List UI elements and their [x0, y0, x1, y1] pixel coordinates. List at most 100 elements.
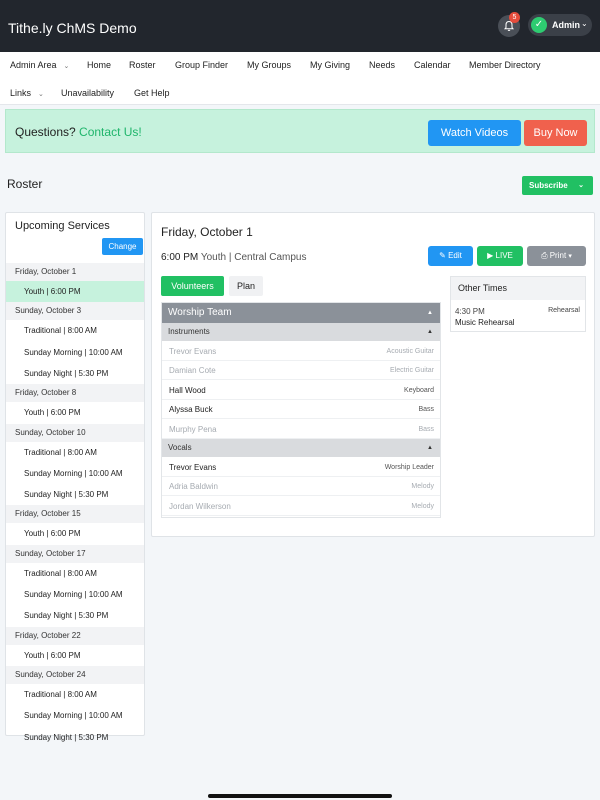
chevron-down-icon: ⌄ [578, 182, 584, 189]
service-item[interactable]: Traditional | 8:00 AM [6, 442, 144, 464]
collapse-icon: ▲ [427, 329, 433, 335]
team-header[interactable]: Worship Team ▲ [162, 303, 440, 323]
nav-label: Links [10, 88, 32, 98]
service-item[interactable]: Sunday Night | 5:30 PM [6, 484, 144, 506]
nav-label: Admin Area [10, 60, 57, 70]
nav-my-giving[interactable]: My Giving [310, 60, 350, 70]
volunteer-role: Bass [418, 425, 434, 433]
tab-volunteers[interactable]: Volunteers [161, 276, 224, 296]
service-time: 6:00 PM [161, 252, 199, 263]
buy-now-button[interactable]: Buy Now [524, 120, 587, 146]
edit-button[interactable]: ✎ Edit [428, 246, 473, 266]
live-button[interactable]: ▶ LIVE [477, 246, 523, 266]
volunteer-role: Melody [411, 483, 434, 491]
service-detail-panel: Friday, October 1 6:00 PM Youth | Centra… [151, 212, 595, 537]
volunteer-name: Jordan Wilkerson [169, 501, 231, 511]
nav-calendar[interactable]: Calendar [414, 60, 451, 70]
nav-needs[interactable]: Needs [369, 60, 395, 70]
volunteer-row[interactable]: Hall Wood Keyboard [162, 381, 440, 400]
printer-icon: ⎙ [541, 251, 548, 260]
service-item[interactable]: Traditional | 8:00 AM [6, 320, 144, 342]
main-nav: Admin Area ⌄ Home Roster Group Finder My … [0, 52, 600, 105]
volunteer-role: Electric Guitar [390, 367, 434, 375]
banner-text: Questions? Contact Us! [15, 125, 142, 139]
service-item[interactable]: Youth | 6:00 PM [6, 523, 144, 545]
other-time-tag: Rehearsal [548, 307, 580, 314]
service-date-header: Friday, October 22 [6, 626, 144, 645]
help-banner: Questions? Contact Us! Watch Videos Buy … [5, 109, 595, 153]
service-item[interactable]: Youth | 6:00 PM [6, 645, 144, 667]
service-item[interactable]: Sunday Night | 5:30 PM [6, 727, 144, 749]
service-item[interactable]: Youth | 6:00 PM [6, 281, 144, 303]
contact-us-link[interactable]: Contact Us! [79, 125, 142, 139]
service-date-header: Sunday, October 10 [6, 423, 144, 442]
group-name: Instruments [168, 327, 210, 336]
nav-member-directory[interactable]: Member Directory [469, 60, 541, 70]
volunteer-row[interactable]: Jordan Wilkerson Melody [162, 497, 440, 516]
other-times-panel: Other Times 4:30 PM Rehearsal Music Rehe… [450, 276, 586, 332]
service-item[interactable]: Sunday Morning | 10:00 AM [6, 342, 144, 364]
other-times-heading: Other Times [451, 277, 585, 300]
volunteer-row[interactable]: Murphy Pena Bass [162, 420, 440, 439]
banner-question: Questions? [15, 125, 76, 139]
service-item[interactable]: Youth | 6:00 PM [6, 402, 144, 424]
watch-videos-button[interactable]: Watch Videos [428, 120, 521, 146]
group-name: Vocals [168, 443, 192, 452]
volunteer-row[interactable]: Trevor Evans Worship Leader [162, 458, 440, 477]
volunteer-row[interactable]: Alyssa Buck Bass [162, 400, 440, 420]
other-time-time: 4:30 PM [455, 307, 485, 316]
page-title: Roster [7, 177, 43, 191]
nav-unavailability[interactable]: Unavailability [61, 88, 114, 98]
service-item[interactable]: Sunday Night | 5:30 PM [6, 605, 144, 627]
volunteer-name: Alyssa Buck [169, 405, 213, 415]
worship-team-table: Worship Team ▲ Instruments ▲ Trevor Evans Ac… [161, 302, 441, 518]
volunteer-row[interactable]: Adria Baldwin Melody [162, 477, 440, 497]
admin-menu-button[interactable]: ✓ Admin ⌄ [528, 14, 592, 36]
service-date-header: Sunday, October 17 [6, 544, 144, 563]
chevron-down-icon: ▾ [568, 253, 572, 260]
volunteer-name: Trevor Evans [169, 347, 217, 356]
volunteer-name: Murphy Pena [169, 424, 217, 434]
live-label: LIVE [495, 251, 513, 260]
notification-count-badge: 5 [509, 12, 520, 23]
group-header[interactable]: Instruments ▲ [162, 323, 440, 341]
service-date-header: Sunday, October 24 [6, 665, 144, 684]
service-subtitle: 6:00 PM Youth | Central Campus [161, 252, 306, 263]
volunteer-role: Bass [418, 406, 434, 414]
service-item[interactable]: Traditional | 8:00 AM [6, 563, 144, 585]
service-item[interactable]: Traditional | 8:00 AM [6, 684, 144, 706]
nav-links[interactable]: Links ⌄ [10, 88, 44, 98]
service-item[interactable]: Sunday Morning | 10:00 AM [6, 463, 144, 485]
nav-home[interactable]: Home [87, 60, 111, 70]
subscribe-button[interactable]: Subscribe ⌄ [522, 176, 593, 195]
service-date-header: Sunday, October 3 [6, 302, 144, 321]
other-time-name[interactable]: Music Rehearsal [455, 318, 515, 327]
app-title[interactable]: Tithe.ly ChMS Demo [8, 20, 137, 36]
service-name: Youth | Central Campus [200, 252, 307, 263]
notifications-button[interactable]: 5 [498, 12, 520, 37]
change-button[interactable]: Change [102, 238, 143, 255]
pencil-icon: ✎ [439, 251, 446, 260]
upcoming-services-heading: Upcoming Services [15, 220, 110, 232]
volunteer-role: Keyboard [404, 386, 434, 394]
nav-get-help[interactable]: Get Help [134, 88, 170, 98]
home-indicator [208, 794, 392, 798]
service-item[interactable]: Sunday Night | 5:30 PM [6, 363, 144, 385]
tab-plan[interactable]: Plan [229, 276, 263, 296]
service-date: Friday, October 1 [161, 225, 253, 239]
nav-my-groups[interactable]: My Groups [247, 60, 291, 70]
chevron-down-icon: ⌄ [581, 19, 588, 28]
nav-admin-area[interactable]: Admin Area ⌄ [10, 60, 69, 70]
service-item[interactable]: Sunday Morning | 10:00 AM [6, 705, 144, 727]
volunteer-row[interactable]: Damian Cote Electric Guitar [162, 361, 440, 381]
chevron-down-icon: ⌄ [63, 63, 70, 70]
chevron-down-icon: ⌄ [38, 91, 44, 98]
group-header[interactable]: Vocals ▲ [162, 439, 440, 457]
service-item[interactable]: Sunday Morning | 10:00 AM [6, 584, 144, 606]
nav-roster[interactable]: Roster [129, 60, 156, 70]
print-button[interactable]: ⎙ Print ▾ [527, 246, 586, 266]
volunteer-name: Hall Wood [169, 385, 206, 395]
edit-label: Edit [448, 251, 462, 260]
volunteer-row[interactable]: Trevor Evans Acoustic Guitar [162, 342, 440, 361]
nav-group-finder[interactable]: Group Finder [175, 60, 228, 70]
